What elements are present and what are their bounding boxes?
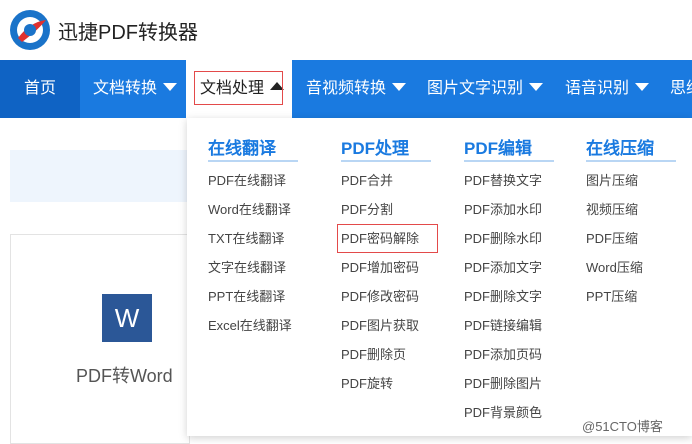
chevron-down-icon [635,82,650,91]
menu-item[interactable]: 文字在线翻译 [208,257,286,276]
menu-item[interactable]: PDF添加文字 [464,257,542,276]
menu-item[interactable]: PDF删除水印 [464,228,542,247]
menu-item[interactable]: PDF添加水印 [464,199,542,218]
column-title-compress: 在线压缩 [586,139,654,158]
main-nav: 首页 文档转换 文档处理 音视频转换 图片文字识别 语音识别 思维 [0,60,692,118]
menu-item[interactable]: TXT在线翻译 [208,228,285,247]
menu-item[interactable]: PDF图片获取 [341,315,419,334]
menu-item[interactable]: 视频压缩 [586,199,638,218]
column-title-pdf-process: PDF处理 [341,139,409,158]
menu-item[interactable]: PDF增加密码 [341,257,419,276]
menu-item[interactable]: PDF压缩 [586,228,638,247]
menu-item[interactable]: PDF分割 [341,199,393,218]
nav-ocr[interactable]: 图片文字识别 [427,60,544,118]
menu-item[interactable]: PPT在线翻译 [208,286,285,305]
chevron-down-icon [392,82,407,91]
app-title: 迅捷PDF转换器 [58,22,198,44]
column-underline [208,160,298,162]
menu-item[interactable]: PDF背景颜色 [464,402,542,421]
column-underline [341,160,431,162]
app-logo-icon[interactable] [8,8,52,52]
menu-item[interactable]: Word在线翻译 [208,199,291,218]
column-underline [586,160,676,162]
menu-item[interactable]: Excel在线翻译 [208,315,292,334]
tool-card[interactable] [10,234,190,444]
nav-speech[interactable]: 语音识别 [565,60,650,118]
nav-label: 图片文字识别 [427,80,524,97]
menu-item[interactable]: Word压缩 [586,257,643,276]
menu-item[interactable]: PDF在线翻译 [208,170,286,189]
menu-item[interactable]: PDF链接编辑 [464,315,542,334]
menu-item[interactable]: PDF添加页码 [464,344,542,363]
menu-item[interactable]: 图片压缩 [586,170,638,189]
column-title-translate: 在线翻译 [208,139,276,158]
menu-item[interactable]: PDF修改密码 [341,286,419,305]
active-tab-highlight [194,71,283,105]
nav-label: 文档转换 [93,80,158,97]
menu-item[interactable]: PDF替换文字 [464,170,542,189]
column-underline [464,160,554,162]
menu-item[interactable]: PDF旋转 [341,373,393,392]
watermark: @51CTO博客 [582,419,663,434]
menu-item[interactable]: PDF合并 [341,170,393,189]
chevron-down-icon [163,82,178,91]
word-icon: W [102,294,152,342]
nav-doc-convert[interactable]: 文档转换 [93,60,178,118]
nav-label: 音视频转换 [306,80,387,97]
nav-av-convert[interactable]: 音视频转换 [306,60,407,118]
menu-item[interactable]: PPT压缩 [586,286,637,305]
menu-item[interactable]: PDF删除文字 [464,286,542,305]
tool-card-label: PDF转Word [76,366,173,386]
menu-item[interactable]: PDF删除页 [341,344,406,363]
doc-process-dropdown: 在线翻译 PDF处理 PDF编辑 在线压缩 PDF在线翻译 Word在线翻译 T… [187,118,692,436]
nav-label: 语音识别 [565,80,630,97]
app-header: 迅捷PDF转换器 [0,0,692,60]
highlight-box [337,224,438,253]
column-title-pdf-edit: PDF编辑 [464,139,532,158]
nav-home[interactable]: 首页 [0,60,80,118]
menu-item[interactable]: PDF删除图片 [464,373,542,392]
chevron-down-icon [529,82,544,91]
nav-mindmap[interactable]: 思维 [670,60,692,118]
